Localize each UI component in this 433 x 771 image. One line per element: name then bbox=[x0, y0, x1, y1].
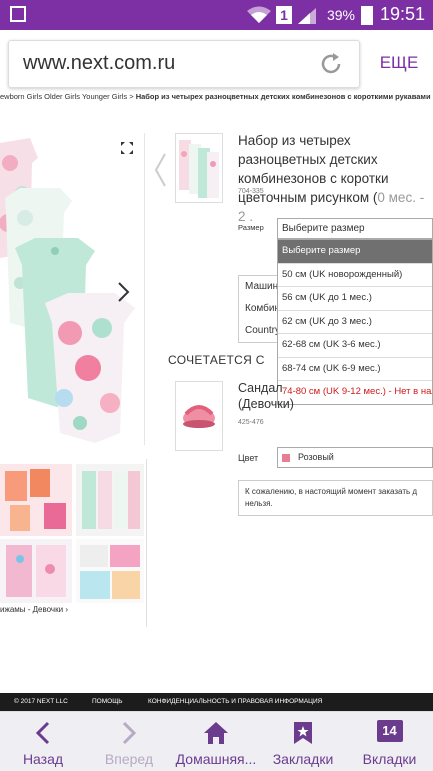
nav-tabs-button[interactable]: 14 Вкладки bbox=[346, 712, 433, 771]
tabs-count: 14 bbox=[382, 723, 397, 738]
wifi-icon bbox=[247, 6, 271, 23]
product-title-text: Набор из четырех разноцветных детских ко… bbox=[238, 133, 389, 186]
reload-icon[interactable] bbox=[317, 50, 345, 78]
clock: 19:51 bbox=[379, 4, 425, 24]
color-select[interactable]: Розовый bbox=[277, 447, 433, 468]
nav-forward-button[interactable]: Вперед bbox=[86, 712, 172, 771]
product-sku: 704-335 bbox=[238, 188, 264, 195]
color-label: Цвет bbox=[238, 453, 259, 463]
browser-nav-bar: Назад Вперед Домашняя... Закладки 14 Вкл… bbox=[0, 711, 433, 771]
tabs-icon: 14 bbox=[376, 720, 403, 742]
nav-tabs-label: Вкладки bbox=[362, 751, 417, 767]
breadcrumb-current: Набор из четырех разноцветных детских ко… bbox=[135, 92, 433, 101]
color-swatch bbox=[282, 454, 290, 462]
product-title: Набор из четырех разноцветных детских ко… bbox=[238, 131, 433, 226]
url-text: www.next.com.ru bbox=[23, 52, 176, 74]
fullscreen-icon[interactable] bbox=[120, 141, 134, 155]
status-bar: 1 39% 19:51 bbox=[0, 0, 433, 30]
nav-bookmarks-label: Закладки bbox=[272, 751, 334, 767]
product-info-box: Машин Комбин Country bbox=[238, 275, 281, 343]
matches-heading: СОЧЕТАЕТСЯ С bbox=[168, 353, 265, 367]
nav-back-label: Назад bbox=[22, 751, 64, 767]
sandal-title-text: Сандал bbox=[238, 381, 283, 395]
more-menu-button[interactable]: ЕЩЕ bbox=[368, 53, 430, 73]
sandal-thumbnail[interactable] bbox=[175, 381, 223, 451]
breadcrumb-categories[interactable]: ewborn Girls Older Girls Younger Girls > bbox=[0, 92, 134, 101]
unavailable-notice: К сожалению, в настоящий момент заказать… bbox=[238, 480, 433, 516]
size-option[interactable]: 62 см (UK до 3 мес.) bbox=[278, 311, 432, 334]
nav-home-button[interactable]: Домашняя... bbox=[172, 712, 260, 771]
info-row: Комбин bbox=[245, 303, 280, 314]
size-option[interactable]: Выберите размер bbox=[278, 240, 432, 264]
size-option[interactable]: 68-74 см (UK 6-9 мес.) bbox=[278, 358, 432, 381]
info-row: Машин bbox=[245, 281, 279, 292]
pajamas-link[interactable]: ижамы - Девочки › bbox=[0, 605, 68, 614]
pajamas-collage[interactable] bbox=[0, 459, 146, 604]
url-field[interactable]: www.next.com.ru bbox=[8, 40, 360, 88]
related-categories bbox=[0, 459, 147, 627]
size-option[interactable]: 56 см (UK до 1 мес.) bbox=[278, 287, 432, 311]
size-option[interactable]: 62-68 см (UK 3-6 мес.) bbox=[278, 334, 432, 358]
signal-icon bbox=[298, 8, 316, 24]
battery-icon bbox=[361, 6, 373, 25]
image-notification-icon bbox=[10, 6, 26, 22]
nav-bookmarks-button[interactable]: Закладки bbox=[260, 712, 346, 771]
thumbnail-prev-icon[interactable] bbox=[153, 150, 167, 190]
info-row: Country bbox=[245, 325, 281, 336]
footer-privacy-link[interactable]: КОНФИДЕНЦИАЛЬНОСТЬ И ПРАВОВАЯ ИНФОРМАЦИЯ bbox=[148, 693, 322, 711]
battery-percent: 39% bbox=[326, 7, 355, 23]
nav-home-label: Домашняя... bbox=[175, 751, 257, 767]
sandal-subtitle: (Девочки) bbox=[238, 397, 294, 411]
footer-copyright: © 2017 NEXT LLC bbox=[14, 698, 68, 705]
next-image-icon[interactable] bbox=[116, 281, 132, 303]
sim-icon: 1 bbox=[276, 6, 292, 24]
sandal-sku: 425-476 bbox=[238, 419, 264, 426]
footer-help-link[interactable]: ПОМОЩЬ bbox=[92, 693, 123, 711]
sandal-title[interactable]: Сандал (Девочки) bbox=[238, 380, 433, 412]
product-main-image[interactable] bbox=[0, 133, 145, 445]
size-label: Размер bbox=[238, 223, 264, 232]
browser-toolbar: www.next.com.ru ЕЩЕ bbox=[0, 30, 433, 98]
size-option[interactable]: 50 см (UK новорожденный) bbox=[278, 264, 432, 287]
nav-back-button[interactable]: Назад bbox=[0, 712, 86, 771]
nav-forward-label: Вперед bbox=[104, 751, 154, 767]
chevron-right-icon: › bbox=[65, 605, 68, 614]
back-icon bbox=[35, 721, 50, 745]
bookmark-star-icon bbox=[294, 722, 312, 744]
site-footer: © 2017 NEXT LLC ПОМОЩЬ КОНФИДЕНЦИАЛЬНОСТ… bbox=[0, 693, 433, 711]
pajamas-link-text: ижамы - Девочки bbox=[0, 605, 64, 614]
size-select[interactable]: Выберите размер bbox=[277, 218, 433, 239]
forward-icon bbox=[122, 721, 137, 745]
breadcrumb: ewborn Girls Older Girls Younger Girls >… bbox=[0, 92, 433, 106]
home-icon bbox=[204, 722, 228, 744]
product-thumbnail[interactable] bbox=[175, 133, 223, 203]
